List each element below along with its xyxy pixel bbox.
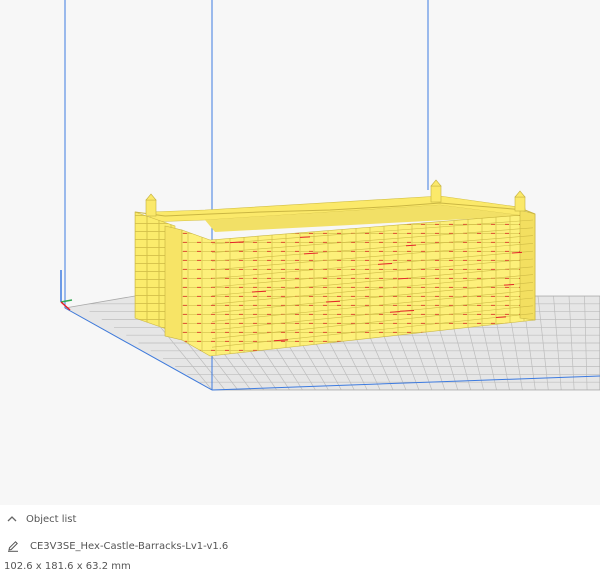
object-list-panel: Object list CE3V3SE_Hex-Castle-Barracks-… bbox=[0, 505, 600, 578]
3d-viewport[interactable] bbox=[0, 0, 600, 578]
object-dimensions: 102.6 x 181.6 x 63.2 mm bbox=[4, 561, 131, 572]
pencil-icon[interactable] bbox=[6, 539, 20, 553]
cura-window: Object list CE3V3SE_Hex-Castle-Barracks-… bbox=[0, 0, 600, 578]
object-dimensions-row: 102.6 x 181.6 x 63.2 mm bbox=[4, 561, 131, 572]
object-list-header[interactable]: Object list bbox=[6, 513, 76, 525]
object-file-name: CE3V3SE_Hex-Castle-Barracks-Lv1-v1.6 bbox=[30, 540, 229, 552]
object-list-label: Object list bbox=[26, 513, 77, 525]
object-file-row[interactable]: CE3V3SE_Hex-Castle-Barracks-Lv1-v1.6 bbox=[6, 539, 228, 553]
axis-indicator bbox=[60, 270, 73, 311]
chevron-up-icon[interactable] bbox=[6, 513, 18, 525]
